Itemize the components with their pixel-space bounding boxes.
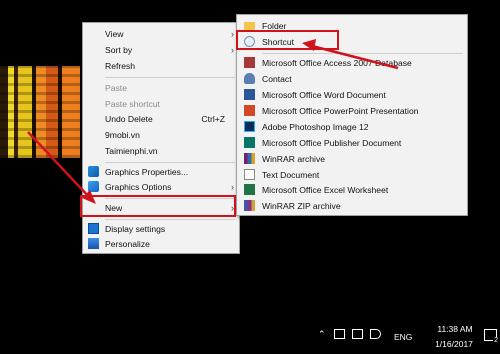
annotation-arrows — [27, 39, 399, 204]
arrow-to-new — [27, 131, 91, 199]
notification-count: 2 — [493, 337, 499, 344]
clock-time[interactable]: 11:38 AM — [428, 324, 482, 334]
arrow-head-shortcut — [302, 39, 316, 51]
volume-icon[interactable] — [370, 329, 381, 339]
taskbar-tray: ⌃ ENG 11:38 AM 1/16/2017 2 — [310, 320, 500, 354]
battery-icon[interactable] — [352, 329, 363, 339]
action-center-icon[interactable]: 2 — [484, 329, 499, 344]
network-icon[interactable] — [334, 329, 345, 339]
clock-date[interactable]: 1/16/2017 — [426, 339, 482, 349]
chevron-up-icon[interactable]: ⌃ — [318, 329, 326, 340]
arrow-to-shortcut — [311, 44, 399, 70]
language-indicator[interactable]: ENG — [394, 332, 412, 342]
